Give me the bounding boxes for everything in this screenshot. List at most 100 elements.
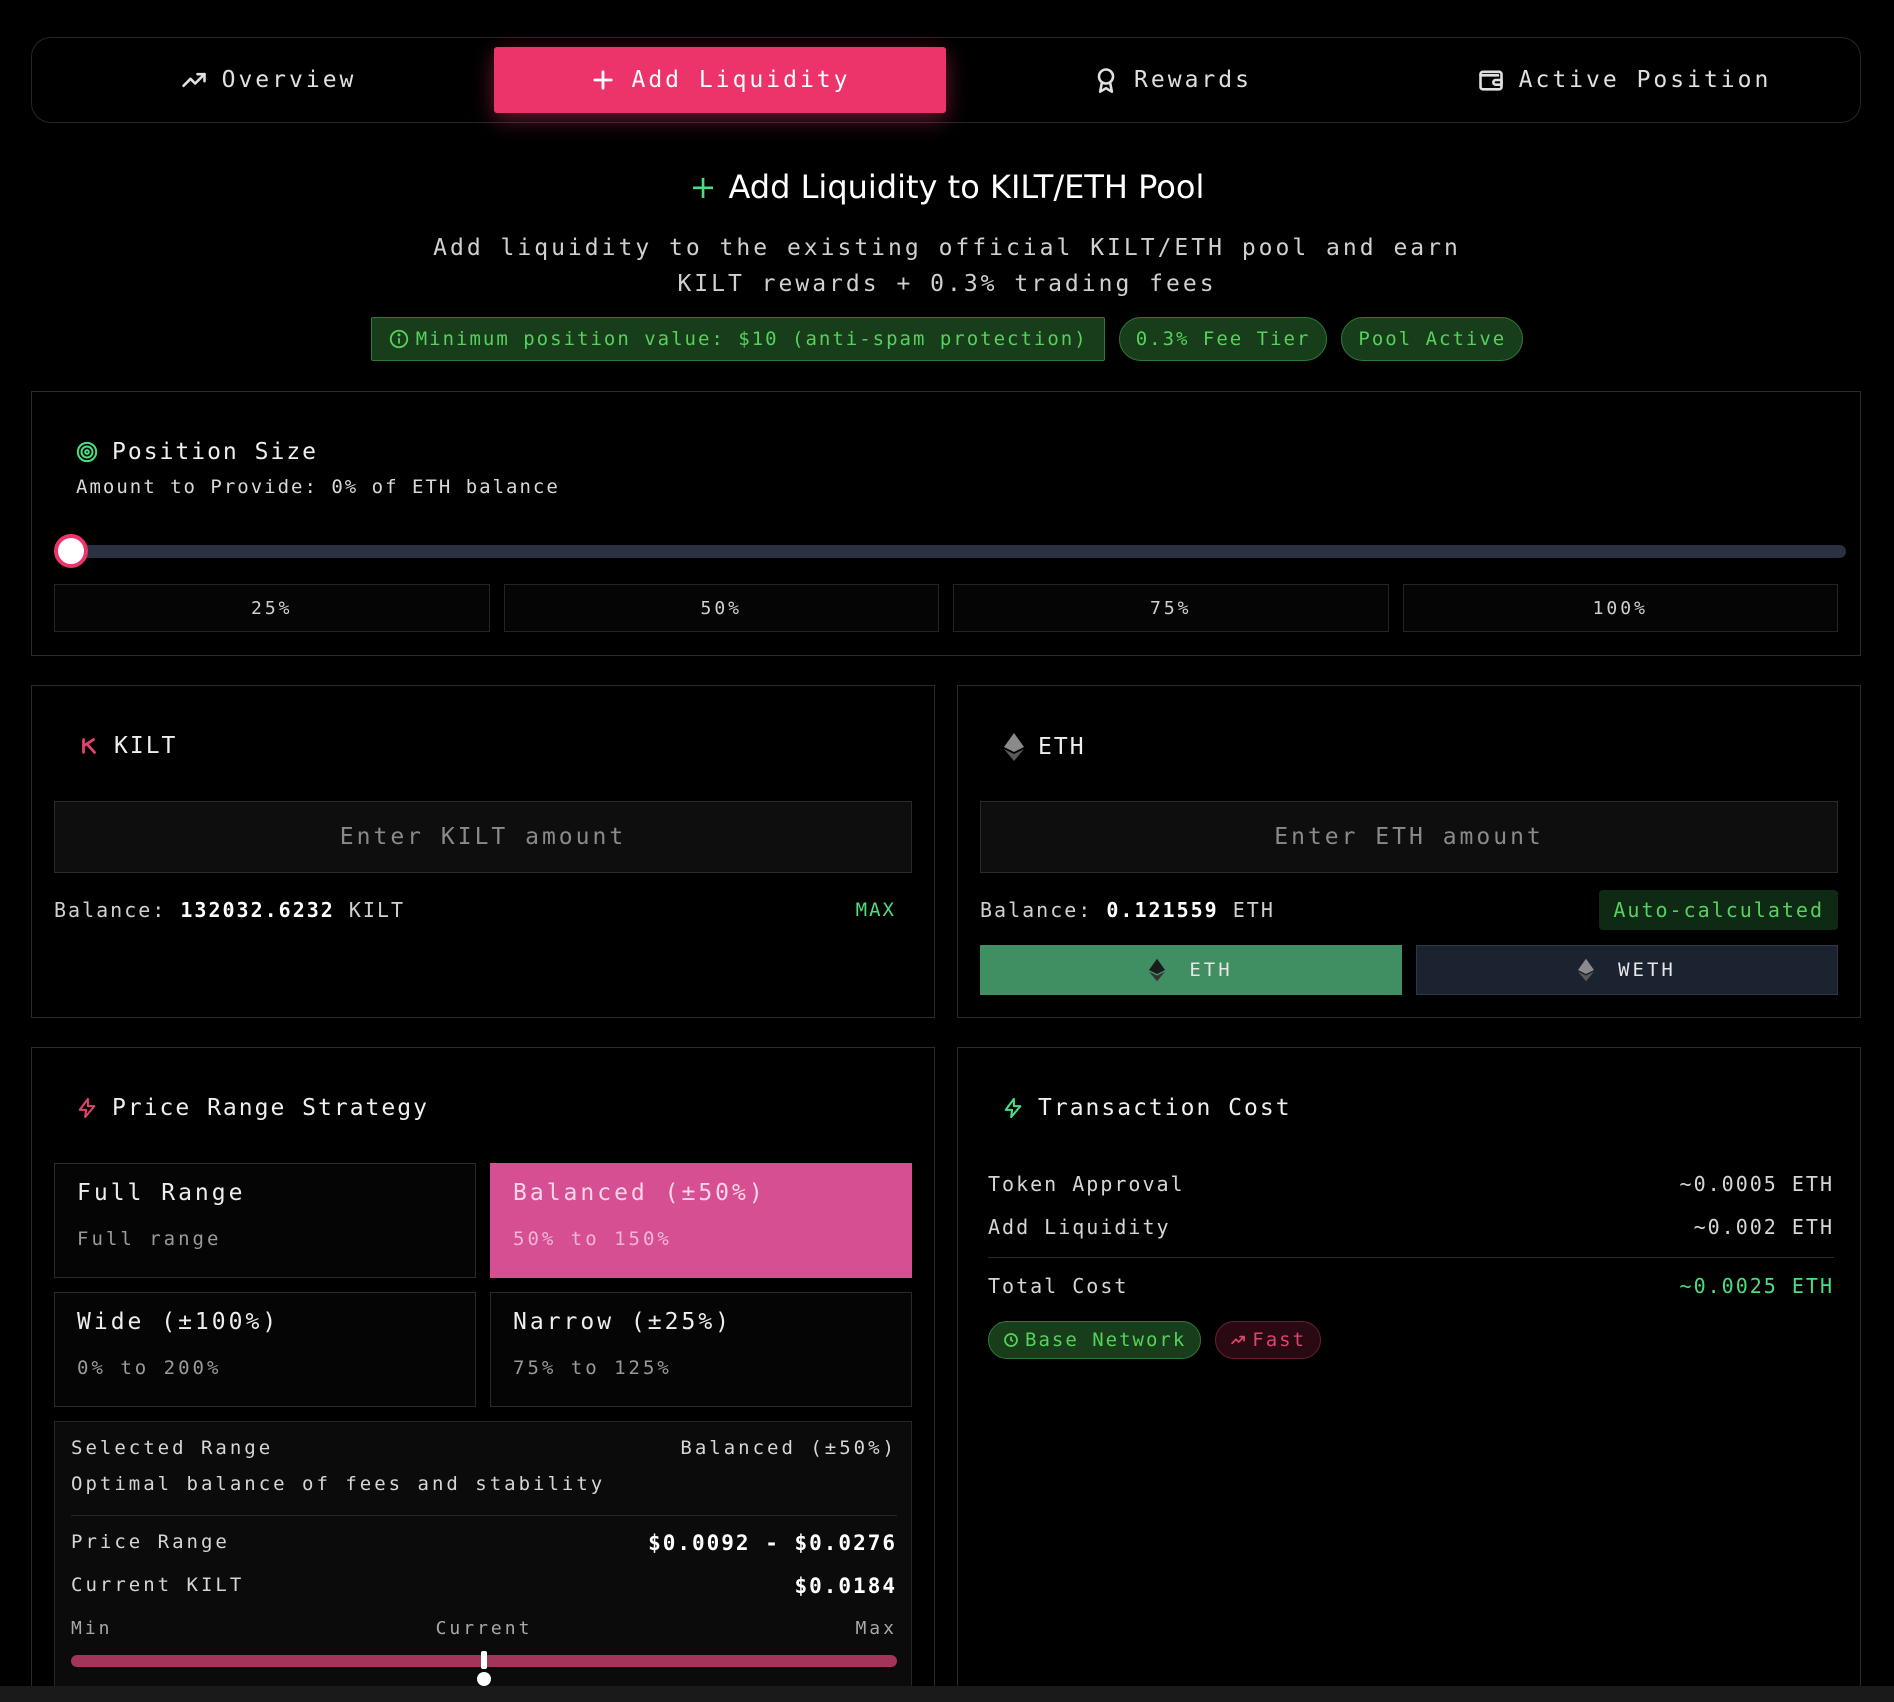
tab-overview[interactable]: Overview — [42, 47, 494, 113]
info-badges: Minimum position value: $10 (anti-spam p… — [0, 317, 1894, 361]
cost-label: Token Approval — [988, 1172, 1185, 1196]
range-bar-labels: Min Current Max — [71, 1618, 897, 1639]
card-title: Position Size — [112, 439, 319, 465]
eth-logo-icon — [1578, 958, 1595, 982]
transaction-cost-card: Transaction Cost Token Approval ~0.0005 … — [957, 1047, 1861, 1702]
total-cost-row: Total Cost ~0.0025 ETH — [988, 1274, 1834, 1298]
eth-amount-input[interactable]: Enter ETH amount — [980, 801, 1838, 873]
selected-range-desc-row: Optimal balance of fees and stability — [71, 1473, 897, 1495]
pool-status-badge: Pool Active — [1341, 317, 1524, 361]
tab-bar: Overview Add Liquidity Rewards Active Po… — [31, 37, 1861, 123]
strategy-wide[interactable]: Wide (±100%) 0% to 200% — [54, 1292, 476, 1407]
page-subtitle: Add liquidity to the existing official K… — [0, 230, 1894, 302]
badge-text: Minimum position value: $10 (anti-spam p… — [415, 328, 1088, 350]
network-label: Base Network — [1025, 1329, 1187, 1351]
position-size-card: Position Size Amount to Provide: 0% of E… — [31, 391, 1861, 656]
strategy-balanced[interactable]: Balanced (±50%) 50% to 150% — [490, 1163, 912, 1278]
preset-75-button[interactable]: 75% — [953, 584, 1389, 632]
clock-icon — [1004, 1333, 1018, 1347]
position-slider[interactable] — [64, 545, 1846, 558]
trending-up-icon — [1231, 1335, 1246, 1345]
total-cost-label: Total Cost — [988, 1274, 1129, 1298]
strategy-name: Full Range — [77, 1180, 246, 1206]
range-min-label: Min — [71, 1618, 113, 1639]
tab-label: Rewards — [1134, 67, 1252, 93]
cost-row: Token Approval ~0.0005 ETH — [988, 1172, 1834, 1196]
option-label: WETH — [1618, 959, 1676, 981]
tab-rewards[interactable]: Rewards — [946, 47, 1398, 113]
plus-icon — [593, 70, 614, 90]
kilt-card: KILT Enter KILT amount Balance: 132032.6… — [31, 685, 935, 1018]
tab-label: Active Position — [1518, 67, 1772, 93]
plus-icon: + — [689, 168, 717, 206]
weth-option-button[interactable]: WETH — [1416, 945, 1838, 995]
token-symbol: KILT — [114, 733, 178, 759]
bottom-scroll-strip — [0, 1686, 1894, 1702]
selected-range-value: Balanced (±50%) — [680, 1437, 897, 1459]
kilt-balance: Balance: 132032.6232 KILT — [54, 898, 405, 922]
preset-100-button[interactable]: 100% — [1402, 584, 1838, 632]
card-header: Price Range Strategy — [76, 1095, 429, 1121]
tab-label: Add Liquidity — [631, 67, 851, 93]
info-icon — [389, 329, 408, 349]
strategy-name: Balanced (±50%) — [513, 1180, 766, 1206]
strategy-name: Wide (±100%) — [77, 1309, 280, 1335]
award-icon — [1097, 68, 1115, 93]
eth-logo-icon — [1149, 958, 1166, 982]
page-title-text: Add Liquidity to KILT/ETH Pool — [728, 168, 1205, 206]
slider-thumb[interactable] — [54, 534, 88, 568]
card-header: KILT — [78, 733, 177, 759]
balance-unit: KILT — [348, 898, 406, 922]
card-header: Position Size — [76, 439, 318, 465]
page-title: + Add Liquidity to KILT/ETH Pool — [0, 168, 1894, 206]
balance-unit: ETH — [1232, 898, 1275, 922]
total-cost-value: ~0.0025 ETH — [1679, 1274, 1834, 1298]
strategy-range: 50% to 150% — [513, 1228, 672, 1250]
eth-option-button[interactable]: ETH — [980, 945, 1402, 995]
cost-value: ~0.002 ETH — [1693, 1215, 1834, 1239]
card-title: Price Range Strategy — [112, 1095, 429, 1121]
eth-balance-row: Balance: 0.121559 ETH Auto-calculated — [980, 890, 1838, 930]
preset-50-button[interactable]: 50% — [503, 584, 939, 632]
tab-active-position[interactable]: Active Position — [1398, 47, 1850, 113]
zap-icon — [78, 1097, 96, 1119]
kilt-amount-input[interactable]: Enter KILT amount — [54, 801, 912, 873]
range-current-label: Current — [435, 1618, 533, 1639]
card-header: Transaction Cost — [1002, 1095, 1292, 1121]
tab-add-liquidity[interactable]: Add Liquidity — [494, 47, 946, 113]
strategy-range: 0% to 200% — [77, 1357, 222, 1379]
strategy-narrow[interactable]: Narrow (±25%) 75% to 125% — [490, 1292, 912, 1407]
eth-logo-icon — [1004, 733, 1024, 761]
selected-range-desc: Optimal balance of fees and stability — [71, 1473, 606, 1495]
token-symbol: ETH — [1038, 734, 1086, 760]
current-price-row: Current KILT $0.0184 — [71, 1574, 897, 1598]
selected-range-panel: Selected Range Balanced (±50%) Optimal b… — [54, 1421, 912, 1702]
subtitle-line: Add liquidity to the existing official K… — [433, 235, 1461, 261]
min-value-badge: Minimum position value: $10 (anti-spam p… — [370, 317, 1105, 361]
price-range-card: Price Range Strategy Full Range Full ran… — [31, 1047, 935, 1702]
balance-label: Balance: — [54, 898, 167, 922]
max-button[interactable]: MAX — [856, 899, 896, 921]
kilt-logo-icon — [82, 738, 96, 754]
strategy-name: Narrow (±25%) — [513, 1309, 733, 1335]
eth-weth-toggle: ETH WETH — [980, 945, 1838, 995]
strategy-full-range[interactable]: Full Range Full range — [54, 1163, 476, 1278]
subtitle-line: KILT rewards + 0.3% trading fees — [677, 271, 1217, 297]
cost-label: Add Liquidity — [988, 1215, 1171, 1239]
price-range-value: $0.0092 - $0.0276 — [648, 1531, 897, 1555]
wallet-icon — [1478, 70, 1503, 91]
balance-value: 132032.6232 — [180, 898, 335, 922]
card-title: Transaction Cost — [1038, 1095, 1292, 1121]
tab-label: Overview — [221, 67, 357, 93]
strategy-range: Full range — [77, 1228, 222, 1250]
card-header: ETH — [1004, 733, 1086, 761]
strategy-options: Full Range Full range Balanced (±50%) 50… — [54, 1163, 912, 1407]
auto-calculated-badge: Auto-calculated — [1599, 890, 1838, 930]
preset-25-button[interactable]: 25% — [54, 584, 490, 632]
option-label: ETH — [1189, 959, 1233, 981]
balance-label: Balance: — [980, 898, 1093, 922]
strategy-range: 75% to 125% — [513, 1357, 672, 1379]
eth-card: ETH Enter ETH amount Balance: 0.121559 E… — [957, 685, 1861, 1018]
price-range-label: Price Range — [71, 1531, 230, 1553]
cost-value: ~0.0005 ETH — [1679, 1172, 1834, 1196]
